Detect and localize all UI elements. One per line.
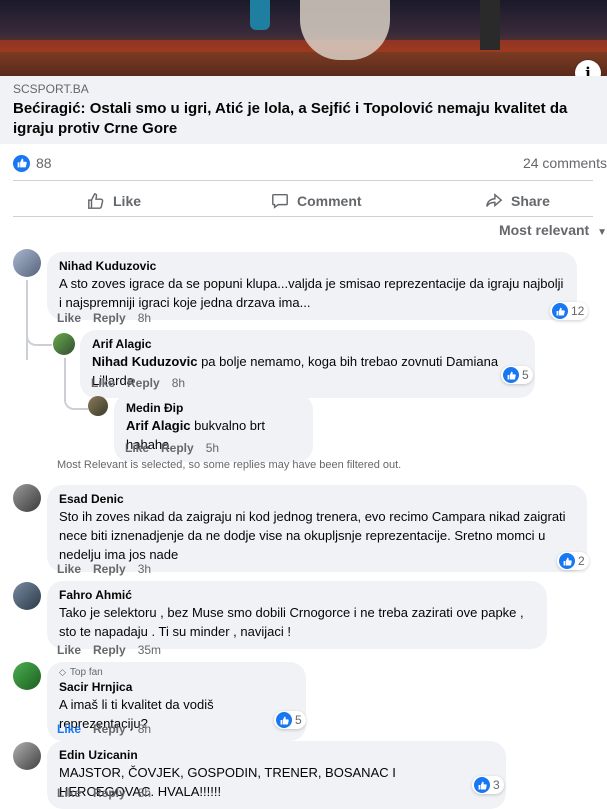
comment-bubble: Esad Denic Sto ih zoves nikad da zaigraj… [47,485,587,572]
avatar[interactable] [13,249,41,277]
comment-author[interactable]: Fahro Ahmić [59,587,535,603]
comment-like-button[interactable]: Like [125,441,149,455]
comment-author[interactable]: Arif Alagic [92,336,523,352]
like-reaction-icon [13,154,30,172]
comment-bubble: Nihad Kuduzovic A sto zoves igrace da se… [47,252,577,320]
comment-actions: Like Reply 5h [125,441,231,455]
comment-icon [272,193,288,209]
thumbs-up-icon [88,193,104,209]
comment-actions: Like Reply 8h [57,786,163,800]
comment-time[interactable]: 35m [138,643,161,657]
reaction-count: 2 [578,554,585,568]
avatar[interactable] [13,582,41,610]
link-source: SCSPORT.BA [13,82,89,96]
comment-reactions[interactable]: 5 [501,366,533,384]
thread-line [64,358,66,398]
divider [13,180,593,181]
comments-count[interactable]: 24 comments [523,155,607,171]
avatar[interactable] [88,396,108,416]
reactions-count: 88 [36,155,52,171]
comment-actions: Like Reply 3h [57,562,163,576]
article-image[interactable] [0,0,607,76]
comment-reactions[interactable]: 12 [550,302,589,320]
comment-reply-button[interactable]: Reply [93,643,126,657]
avatar[interactable] [53,333,75,355]
comment-time[interactable]: 8h [138,311,151,325]
like-button[interactable]: Like [87,189,141,213]
comment-bubble: Fahro Ahmić Tako je selektoru , bez Muse… [47,581,547,649]
avatar[interactable] [13,662,41,690]
divider [13,216,593,217]
comment-time[interactable]: 5h [206,441,219,455]
comment-actions: Like Reply 35m [57,643,173,657]
like-reaction-icon [474,777,490,793]
comment-reply-button[interactable]: Reply [127,376,160,390]
comment-reply-button[interactable]: Reply [161,441,194,455]
comment-author[interactable]: Nihad Kuduzovic [59,258,565,274]
reaction-count: 5 [295,713,302,727]
comment-like-button[interactable]: Like [57,786,81,800]
comment-like-button[interactable]: Like [57,722,81,736]
reaction-count: 3 [493,778,500,792]
thread-elbow [26,330,52,346]
comment-label: Comment [297,193,362,209]
thread-elbow [64,396,88,410]
like-reaction-icon [276,712,292,728]
comment-actions: Like Reply 8h [91,376,197,390]
caret-down-icon: ▼ [597,227,607,238]
reactions-summary[interactable]: 88 [13,152,52,174]
like-reaction-icon [552,303,568,319]
comment-text: Tako je selektoru , bez Muse smo dobili … [59,605,524,639]
comment-text: Sto ih zoves nikad da zaigraju ni kod je… [59,509,566,562]
like-label: Like [113,193,142,209]
reaction-count: 5 [522,368,529,382]
like-reaction-icon [559,553,575,569]
comment-like-button[interactable]: Like [57,311,81,325]
comment-author[interactable]: Sacir Hrnjica [59,679,294,695]
comment-time[interactable]: 3h [138,562,151,576]
image-microphone [250,0,270,30]
top-fan-label: Top fan [69,667,103,678]
comment-actions: Like Reply 8h [57,311,163,325]
comment-reply-button[interactable]: Reply [93,786,126,800]
sort-label: Most relevant [498,222,590,238]
avatar[interactable] [13,742,41,770]
image-stripe [0,40,607,52]
comment-reactions[interactable]: 2 [557,552,589,570]
comment-reply-button[interactable]: Reply [93,311,126,325]
comment-author[interactable]: Esad Denic [59,491,575,507]
comment-reply-button[interactable]: Reply [93,722,126,736]
comment-reply-button[interactable]: Reply [93,562,126,576]
comment-time[interactable]: 8h [172,376,185,390]
like-reaction-icon [503,367,519,383]
top-fan-badge: ◇ Top fan [59,666,294,679]
share-icon [486,193,503,208]
comment-actions: Like Reply 8h [57,722,163,736]
comment-time[interactable]: 8h [138,786,151,800]
share-button[interactable]: Share [485,189,550,213]
comment-like-button[interactable]: Like [57,562,81,576]
thread-line [26,280,28,360]
comment-time[interactable]: 8h [138,722,151,736]
comment-like-button[interactable]: Like [57,643,81,657]
comment-button[interactable]: Comment [271,189,362,213]
mention-link[interactable]: Nihad Kuduzovic [92,354,197,369]
comment-reactions[interactable]: 5 [274,711,306,729]
avatar[interactable] [13,484,41,512]
mention-link[interactable]: Arif Alagic [126,418,191,433]
link-headline[interactable]: Bećiragić: Ostali smo u igri, Atić je lo… [13,99,598,139]
filter-note: Most Relevant is selected, so some repli… [57,459,402,471]
reaction-count: 12 [571,304,585,318]
comment-text: A sto zoves igrace da se popuni klupa...… [59,276,564,310]
share-label: Share [511,193,550,209]
image-microphone [480,0,500,50]
comment-author[interactable]: Edin Uzicanin [59,747,494,763]
diamond-icon: ◇ [59,667,66,677]
comment-author[interactable]: Medin Đip [126,400,301,416]
comment-reactions[interactable]: 3 [472,776,504,794]
comment-like-button[interactable]: Like [91,376,115,390]
sort-dropdown[interactable]: Most relevant ▼ [499,222,607,238]
